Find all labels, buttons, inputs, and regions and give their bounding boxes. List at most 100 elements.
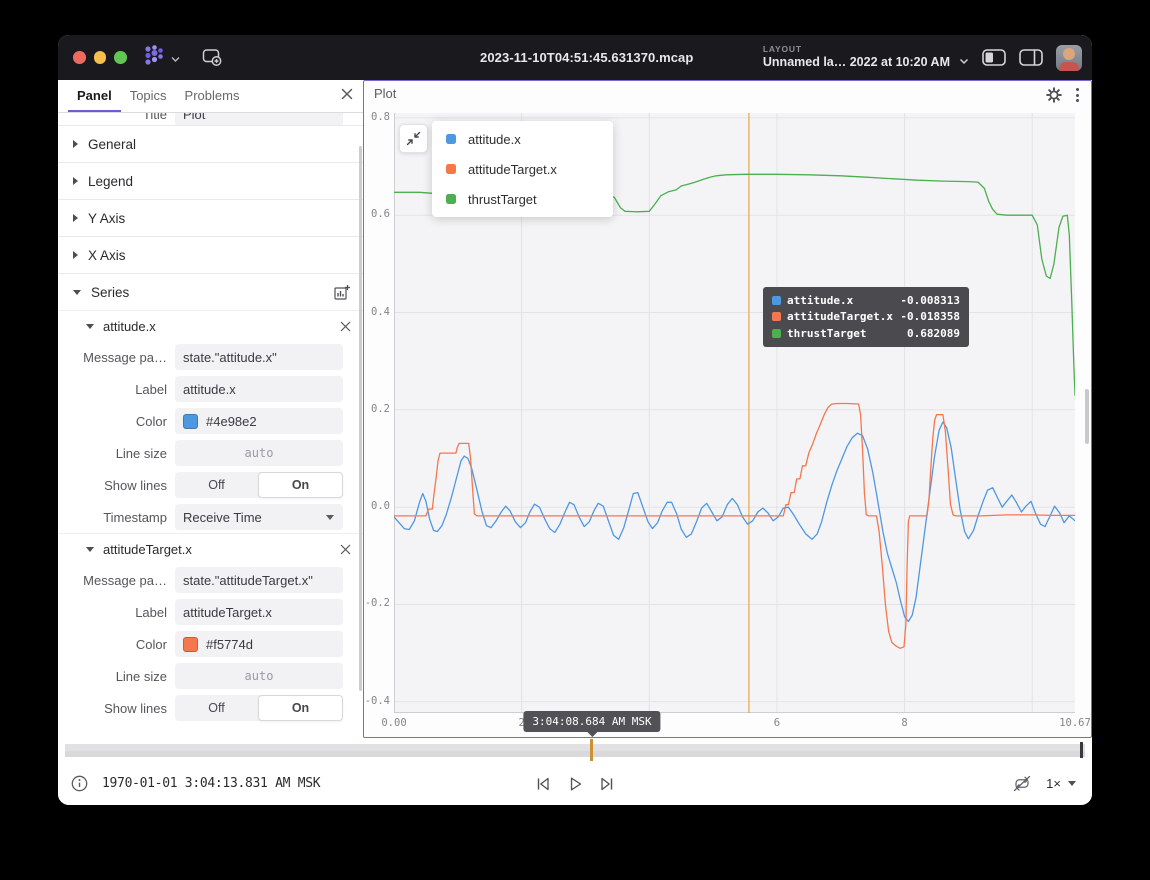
close-sidebar-button[interactable] (341, 88, 353, 100)
section-y-axis[interactable]: Y Axis (58, 199, 363, 236)
y-tick-label: 0.2 (364, 403, 390, 415)
legend-label: attitude.x (468, 132, 521, 147)
line-size-input[interactable]: auto (175, 663, 343, 689)
add-panel-icon (202, 48, 224, 67)
sidebar-scrollbar[interactable] (359, 146, 362, 691)
message-path-label: Message pa… (58, 350, 175, 365)
minimize-window-button[interactable] (94, 51, 107, 64)
caret-right-icon (73, 177, 78, 185)
show-lines-label: Show lines (58, 701, 175, 716)
loop-off-icon (1012, 775, 1032, 792)
close-window-button[interactable] (73, 51, 86, 64)
legend-item-thrust-target[interactable]: thrustTarget (432, 184, 613, 214)
show-lines-toggle: Off On (175, 695, 343, 721)
user-avatar[interactable] (1056, 45, 1082, 71)
series-name: attitude.x (103, 319, 156, 334)
left-sidebar-toggle-button[interactable] (982, 49, 1006, 66)
left-sidebar-icon (982, 49, 1006, 66)
section-x-axis[interactable]: X Axis (58, 236, 363, 273)
line-size-input[interactable]: auto (175, 440, 343, 466)
info-icon (70, 774, 89, 793)
chevron-down-icon (1068, 781, 1076, 786)
show-lines-off-button[interactable]: Off (175, 472, 258, 498)
color-input[interactable]: #f5774d (175, 631, 343, 657)
timestamp-value: Receive Time (183, 510, 262, 525)
playhead-marker[interactable] (590, 739, 593, 761)
layout-menu-button[interactable]: LAYOUT Unnamed la… 2022 at 10:20 AM (763, 44, 950, 70)
hover-values-tooltip: attitude.x -0.008313 attitudeTarget.x -0… (763, 287, 969, 347)
series-editor-attitude-x: attitude.x Message pa… state."attitude.x… (58, 310, 363, 533)
section-legend[interactable]: Legend (58, 162, 363, 199)
y-tick-label: 0.4 (364, 306, 390, 318)
playback-speed-select[interactable]: 1× (1046, 776, 1076, 791)
layout-chevron-down-icon[interactable] (959, 52, 969, 70)
timeline-scrubber (58, 738, 1092, 762)
series-header[interactable]: attitude.x (58, 311, 363, 341)
loop-playback-toggle[interactable] (1012, 775, 1032, 792)
timestamp-select[interactable]: Receive Time (175, 504, 343, 530)
app-menu-button[interactable] (141, 44, 180, 71)
x-tick-label: 6 (774, 717, 780, 729)
label-input[interactable]: attitudeTarget.x (175, 599, 343, 625)
right-sidebar-toggle-button[interactable] (1019, 49, 1043, 66)
add-panel-button[interactable] (202, 48, 224, 67)
tab-problems[interactable]: Problems (176, 80, 249, 112)
label-input[interactable]: attitude.x (175, 376, 343, 402)
skip-forward-icon (598, 776, 616, 792)
section-label: General (88, 137, 136, 152)
panel-settings-button[interactable] (1046, 87, 1062, 103)
play-icon (566, 776, 584, 792)
zoom-window-button[interactable] (114, 51, 127, 64)
y-tick-label: 0.8 (364, 111, 390, 123)
seek-end-button[interactable] (598, 776, 616, 792)
color-label: Color (58, 414, 175, 429)
show-lines-on-button[interactable]: On (258, 695, 343, 721)
title-field-input[interactable]: Plot (175, 113, 343, 125)
message-path-input[interactable]: state."attitudeTarget.x" (175, 567, 343, 593)
tab-topics[interactable]: Topics (121, 80, 176, 112)
seek-start-button[interactable] (534, 776, 552, 792)
label-label: Label (58, 605, 175, 620)
color-swatch[interactable] (183, 414, 198, 429)
current-timestamp: 1970-01-01 3:04:13.831 AM MSK (102, 776, 320, 791)
caret-right-icon (73, 140, 78, 148)
show-lines-on-button[interactable]: On (258, 472, 343, 498)
play-button[interactable] (566, 776, 584, 792)
message-path-input[interactable]: state."attitude.x" (175, 344, 343, 370)
series-color-swatch (446, 194, 456, 204)
timeline-end-marker (1080, 742, 1083, 758)
timeline-track[interactable] (65, 744, 1085, 757)
tooltip-series-label: thrustTarget (787, 327, 901, 340)
plot-scrollbar[interactable] (1085, 389, 1089, 444)
foxglove-logo-icon (141, 44, 167, 71)
color-hex: #f5774d (206, 637, 253, 652)
y-tick-label: -0.4 (364, 695, 390, 707)
legend-label: thrustTarget (468, 192, 537, 207)
data-source-title: 2023-11-10T04:51:45.631370.mcap (480, 35, 693, 80)
series-header[interactable]: attitudeTarget.x (58, 534, 363, 564)
speed-value: 1× (1046, 776, 1061, 791)
legend-item-attitude-target-x[interactable]: attitudeTarget.x (432, 154, 613, 184)
show-lines-toggle: Off On (175, 472, 343, 498)
layout-label: LAYOUT (763, 44, 950, 55)
tooltip-series-value: 0.682089 (907, 327, 960, 340)
series-color-swatch (446, 134, 456, 144)
data-source-info-button[interactable] (70, 774, 89, 793)
remove-series-button[interactable] (340, 544, 351, 555)
chevron-down-icon (326, 515, 334, 520)
y-tick-label: 0.6 (364, 208, 390, 220)
y-tick-label: 0.0 (364, 500, 390, 512)
section-series[interactable]: Series (58, 273, 363, 310)
legend-collapse-button[interactable] (399, 124, 428, 153)
color-input[interactable]: #4e98e2 (175, 408, 343, 434)
color-swatch[interactable] (183, 637, 198, 652)
remove-series-button[interactable] (340, 321, 351, 332)
section-general[interactable]: General (58, 125, 363, 162)
plot-panel[interactable]: Plot (363, 80, 1092, 738)
show-lines-off-button[interactable]: Off (175, 695, 258, 721)
panel-menu-button[interactable] (1074, 86, 1081, 104)
legend-item-attitude-x[interactable]: attitude.x (432, 124, 613, 154)
add-series-button[interactable] (333, 284, 351, 301)
caret-right-icon (73, 214, 78, 222)
tab-panel[interactable]: Panel (68, 80, 121, 112)
